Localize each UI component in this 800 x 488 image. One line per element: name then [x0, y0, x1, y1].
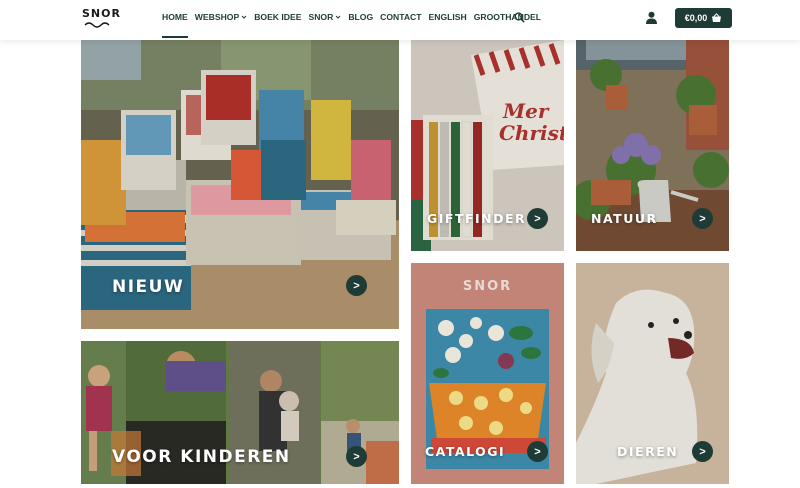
basket-icon: [712, 13, 722, 22]
tile-label: VOOR KINDEREN: [112, 447, 291, 467]
chevron-down-icon: [335, 15, 341, 19]
tile-arrow-button[interactable]: >: [692, 208, 713, 229]
mustache-icon: [84, 22, 110, 28]
logo[interactable]: SNOR: [82, 7, 121, 33]
tile-arrow-button[interactable]: >: [346, 275, 367, 296]
tile-arrow-button[interactable]: >: [346, 446, 367, 467]
logo-text: SNOR: [82, 7, 121, 20]
tile-arrow-button[interactable]: >: [692, 441, 713, 462]
cart-button[interactable]: €0,00: [675, 8, 732, 28]
tile-arrow-button[interactable]: >: [527, 441, 548, 462]
user-icon[interactable]: [645, 11, 658, 24]
nav-snor[interactable]: SNOR: [308, 12, 341, 22]
search-icon[interactable]: [514, 12, 525, 23]
chevron-down-icon: [241, 15, 247, 19]
tile-catalogi[interactable]: SNOR CATALOGI >: [411, 263, 564, 484]
tile-dieren[interactable]: DIEREN >: [576, 263, 729, 484]
nav-groothandel[interactable]: GROOTHANDEL: [474, 12, 541, 22]
tile-label: DIEREN: [617, 444, 679, 459]
nav-boek-idee[interactable]: BOEK IDEE: [254, 12, 301, 22]
nav-webshop[interactable]: WEBSHOP: [195, 12, 247, 22]
site-header: SNOR HOME WEBSHOP BOEK IDEE SNOR BLOG CO…: [0, 0, 800, 40]
nav-home[interactable]: HOME: [162, 12, 188, 38]
tile-label: CATALOGI: [425, 444, 506, 459]
nav-blog[interactable]: BLOG: [348, 12, 373, 22]
tile-natuur[interactable]: NATUUR >: [576, 30, 729, 251]
cart-total: €0,00: [684, 13, 708, 23]
tile-voor-kinderen[interactable]: VOOR KINDEREN >: [81, 341, 399, 484]
nav-english[interactable]: ENGLISH: [429, 12, 467, 22]
tile-label: NATUUR: [591, 211, 658, 226]
tile-label: GIFTFINDER: [427, 211, 527, 226]
tile-nieuw[interactable]: NIEUW >: [81, 40, 399, 329]
main-nav: HOME WEBSHOP BOEK IDEE SNOR BLOG CONTACT…: [162, 12, 548, 38]
tile-arrow-button[interactable]: >: [527, 208, 548, 229]
tile-label: NIEUW: [112, 277, 185, 297]
nav-contact[interactable]: CONTACT: [380, 12, 421, 22]
tile-giftfinder[interactable]: Mer Christ GIFTFINDER >: [411, 40, 564, 251]
